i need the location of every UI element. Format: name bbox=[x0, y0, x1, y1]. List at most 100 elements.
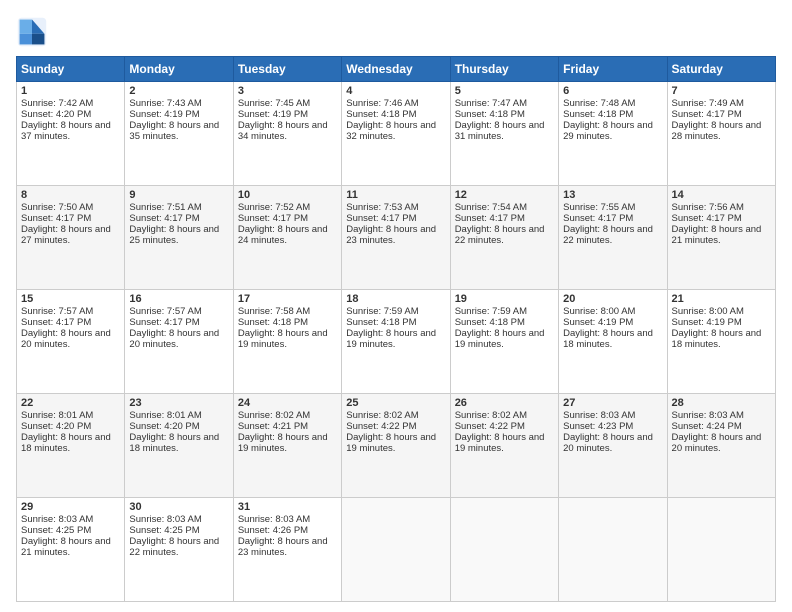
daylight: Daylight: 8 hours and 21 minutes. bbox=[21, 536, 111, 558]
day-number: 23 bbox=[129, 397, 228, 409]
sunset: Sunset: 4:19 PM bbox=[672, 317, 742, 328]
daylight: Daylight: 8 hours and 27 minutes. bbox=[21, 224, 111, 246]
calendar-table: SundayMondayTuesdayWednesdayThursdayFrid… bbox=[16, 56, 776, 602]
day-cell: 19Sunrise: 7:59 AMSunset: 4:18 PMDayligh… bbox=[450, 290, 558, 394]
daylight: Daylight: 8 hours and 19 minutes. bbox=[455, 328, 545, 350]
daylight: Daylight: 8 hours and 25 minutes. bbox=[129, 224, 219, 246]
day-number: 18 bbox=[346, 293, 445, 305]
day-number: 21 bbox=[672, 293, 771, 305]
weekday-header-saturday: Saturday bbox=[667, 57, 775, 82]
day-number: 16 bbox=[129, 293, 228, 305]
daylight: Daylight: 8 hours and 20 minutes. bbox=[129, 328, 219, 350]
day-number: 27 bbox=[563, 397, 662, 409]
daylight: Daylight: 8 hours and 19 minutes. bbox=[346, 432, 436, 454]
daylight: Daylight: 8 hours and 23 minutes. bbox=[238, 536, 328, 558]
daylight: Daylight: 8 hours and 31 minutes. bbox=[455, 120, 545, 142]
week-row-1: 1Sunrise: 7:42 AMSunset: 4:20 PMDaylight… bbox=[17, 82, 776, 186]
day-cell: 10Sunrise: 7:52 AMSunset: 4:17 PMDayligh… bbox=[233, 186, 341, 290]
day-cell: 5Sunrise: 7:47 AMSunset: 4:18 PMDaylight… bbox=[450, 82, 558, 186]
logo bbox=[16, 16, 54, 48]
day-number: 14 bbox=[672, 189, 771, 201]
sunset: Sunset: 4:17 PM bbox=[346, 213, 416, 224]
sunset: Sunset: 4:24 PM bbox=[672, 421, 742, 432]
day-number: 25 bbox=[346, 397, 445, 409]
sunrise: Sunrise: 7:43 AM bbox=[129, 98, 201, 109]
sunset: Sunset: 4:18 PM bbox=[238, 317, 308, 328]
sunrise: Sunrise: 8:02 AM bbox=[238, 410, 310, 421]
daylight: Daylight: 8 hours and 29 minutes. bbox=[563, 120, 653, 142]
day-cell: 2Sunrise: 7:43 AMSunset: 4:19 PMDaylight… bbox=[125, 82, 233, 186]
sunset: Sunset: 4:18 PM bbox=[346, 109, 416, 120]
sunrise: Sunrise: 8:02 AM bbox=[346, 410, 418, 421]
daylight: Daylight: 8 hours and 18 minutes. bbox=[21, 432, 111, 454]
sunrise: Sunrise: 8:01 AM bbox=[129, 410, 201, 421]
daylight: Daylight: 8 hours and 37 minutes. bbox=[21, 120, 111, 142]
day-cell: 24Sunrise: 8:02 AMSunset: 4:21 PMDayligh… bbox=[233, 394, 341, 498]
sunset: Sunset: 4:18 PM bbox=[455, 109, 525, 120]
sunset: Sunset: 4:17 PM bbox=[238, 213, 308, 224]
day-number: 13 bbox=[563, 189, 662, 201]
sunrise: Sunrise: 8:02 AM bbox=[455, 410, 527, 421]
day-cell: 18Sunrise: 7:59 AMSunset: 4:18 PMDayligh… bbox=[342, 290, 450, 394]
daylight: Daylight: 8 hours and 18 minutes. bbox=[672, 328, 762, 350]
sunset: Sunset: 4:18 PM bbox=[346, 317, 416, 328]
sunrise: Sunrise: 8:00 AM bbox=[563, 306, 635, 317]
day-cell: 12Sunrise: 7:54 AMSunset: 4:17 PMDayligh… bbox=[450, 186, 558, 290]
day-cell: 31Sunrise: 8:03 AMSunset: 4:26 PMDayligh… bbox=[233, 498, 341, 602]
sunset: Sunset: 4:26 PM bbox=[238, 525, 308, 536]
sunset: Sunset: 4:17 PM bbox=[129, 213, 199, 224]
week-row-5: 29Sunrise: 8:03 AMSunset: 4:25 PMDayligh… bbox=[17, 498, 776, 602]
day-cell: 30Sunrise: 8:03 AMSunset: 4:25 PMDayligh… bbox=[125, 498, 233, 602]
weekday-header-thursday: Thursday bbox=[450, 57, 558, 82]
day-cell: 14Sunrise: 7:56 AMSunset: 4:17 PMDayligh… bbox=[667, 186, 775, 290]
daylight: Daylight: 8 hours and 32 minutes. bbox=[346, 120, 436, 142]
sunrise: Sunrise: 7:45 AM bbox=[238, 98, 310, 109]
daylight: Daylight: 8 hours and 20 minutes. bbox=[563, 432, 653, 454]
sunset: Sunset: 4:18 PM bbox=[455, 317, 525, 328]
sunrise: Sunrise: 7:53 AM bbox=[346, 202, 418, 213]
sunrise: Sunrise: 7:52 AM bbox=[238, 202, 310, 213]
day-cell bbox=[342, 498, 450, 602]
sunset: Sunset: 4:20 PM bbox=[21, 109, 91, 120]
day-cell: 22Sunrise: 8:01 AMSunset: 4:20 PMDayligh… bbox=[17, 394, 125, 498]
sunrise: Sunrise: 7:47 AM bbox=[455, 98, 527, 109]
weekday-header-sunday: Sunday bbox=[17, 57, 125, 82]
daylight: Daylight: 8 hours and 22 minutes. bbox=[455, 224, 545, 246]
sunset: Sunset: 4:17 PM bbox=[563, 213, 633, 224]
weekday-header-friday: Friday bbox=[559, 57, 667, 82]
sunset: Sunset: 4:17 PM bbox=[672, 109, 742, 120]
day-number: 29 bbox=[21, 501, 120, 513]
daylight: Daylight: 8 hours and 21 minutes. bbox=[672, 224, 762, 246]
day-number: 6 bbox=[563, 85, 662, 97]
day-cell: 27Sunrise: 8:03 AMSunset: 4:23 PMDayligh… bbox=[559, 394, 667, 498]
day-number: 28 bbox=[672, 397, 771, 409]
sunset: Sunset: 4:17 PM bbox=[129, 317, 199, 328]
day-cell: 4Sunrise: 7:46 AMSunset: 4:18 PMDaylight… bbox=[342, 82, 450, 186]
daylight: Daylight: 8 hours and 22 minutes. bbox=[563, 224, 653, 246]
week-row-3: 15Sunrise: 7:57 AMSunset: 4:17 PMDayligh… bbox=[17, 290, 776, 394]
sunrise: Sunrise: 8:03 AM bbox=[563, 410, 635, 421]
sunset: Sunset: 4:20 PM bbox=[129, 421, 199, 432]
day-number: 3 bbox=[238, 85, 337, 97]
day-number: 7 bbox=[672, 85, 771, 97]
day-number: 1 bbox=[21, 85, 120, 97]
day-cell: 25Sunrise: 8:02 AMSunset: 4:22 PMDayligh… bbox=[342, 394, 450, 498]
sunset: Sunset: 4:23 PM bbox=[563, 421, 633, 432]
day-cell: 20Sunrise: 8:00 AMSunset: 4:19 PMDayligh… bbox=[559, 290, 667, 394]
day-cell: 13Sunrise: 7:55 AMSunset: 4:17 PMDayligh… bbox=[559, 186, 667, 290]
day-number: 5 bbox=[455, 85, 554, 97]
daylight: Daylight: 8 hours and 35 minutes. bbox=[129, 120, 219, 142]
day-cell: 21Sunrise: 8:00 AMSunset: 4:19 PMDayligh… bbox=[667, 290, 775, 394]
sunrise: Sunrise: 7:42 AM bbox=[21, 98, 93, 109]
daylight: Daylight: 8 hours and 19 minutes. bbox=[455, 432, 545, 454]
sunrise: Sunrise: 8:03 AM bbox=[672, 410, 744, 421]
day-number: 26 bbox=[455, 397, 554, 409]
day-number: 15 bbox=[21, 293, 120, 305]
sunrise: Sunrise: 7:49 AM bbox=[672, 98, 744, 109]
day-cell: 6Sunrise: 7:48 AMSunset: 4:18 PMDaylight… bbox=[559, 82, 667, 186]
week-row-4: 22Sunrise: 8:01 AMSunset: 4:20 PMDayligh… bbox=[17, 394, 776, 498]
day-cell bbox=[559, 498, 667, 602]
daylight: Daylight: 8 hours and 22 minutes. bbox=[129, 536, 219, 558]
day-cell: 8Sunrise: 7:50 AMSunset: 4:17 PMDaylight… bbox=[17, 186, 125, 290]
day-cell: 17Sunrise: 7:58 AMSunset: 4:18 PMDayligh… bbox=[233, 290, 341, 394]
